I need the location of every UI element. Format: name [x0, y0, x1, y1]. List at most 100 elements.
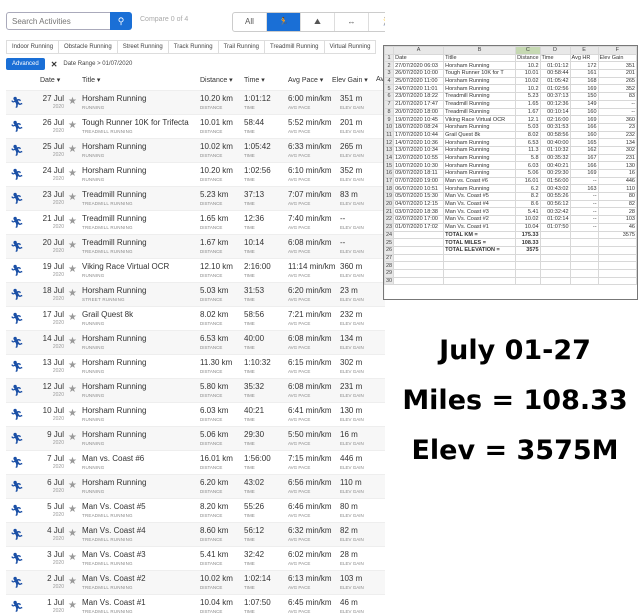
- sheet-cell[interactable]: Date: [393, 53, 445, 63]
- sheet-cell[interactable]: [393, 261, 445, 270]
- sheet-cell[interactable]: Elev Gain: [597, 53, 637, 63]
- sheet-cell[interactable]: 12/07/2020 10:55: [393, 153, 445, 163]
- sheet-cell[interactable]: Titlle: [443, 53, 517, 63]
- activity-row[interactable]: 🏃︎ 9 Jul 2020 ★ Horsham Running RUNNING 5.06 k…: [6, 426, 385, 450]
- sheet-cell[interactable]: 265: [597, 76, 637, 86]
- sheet-cell[interactable]: 160: [569, 130, 599, 140]
- activity-title-link[interactable]: Treadmill Running: [82, 238, 200, 247]
- sheet-cell[interactable]: Man Vs. Coast #4: [443, 199, 517, 209]
- sheet-cell[interactable]: 28: [597, 207, 637, 217]
- star-icon[interactable]: ★: [68, 168, 77, 179]
- sheet-row-number[interactable]: 2: [384, 61, 395, 71]
- tab-track-running[interactable]: Track Running: [169, 41, 219, 53]
- sheet-cell[interactable]: [569, 276, 599, 286]
- star-icon[interactable]: ★: [68, 360, 77, 371]
- sheet-cell[interactable]: Treadmill Running: [443, 92, 517, 101]
- sheet-cell[interactable]: [443, 261, 517, 270]
- activity-title-link[interactable]: Treadmill Running: [82, 214, 200, 223]
- sheet-cell[interactable]: 165: [569, 138, 599, 147]
- sheet-cell[interactable]: 20/07/2020 18:00: [393, 107, 445, 117]
- more-icon[interactable]: ⋮: [382, 481, 385, 490]
- tab-treadmill-running[interactable]: Treadmill Running: [265, 41, 325, 53]
- sheet-cell[interactable]: 231: [597, 153, 637, 163]
- sheet-cell[interactable]: 10.02: [515, 76, 541, 86]
- close-icon[interactable]: ✕: [51, 60, 58, 69]
- sheet-cell[interactable]: 167: [569, 153, 599, 163]
- sheet-cell[interactable]: 00:56:12: [539, 199, 571, 209]
- sheet-cell[interactable]: [569, 245, 599, 255]
- star-icon[interactable]: ★: [68, 240, 77, 251]
- sheet-cell[interactable]: [569, 238, 599, 247]
- sheet-cell[interactable]: 149: [569, 99, 599, 109]
- sheet-cell[interactable]: 10/07/2020 10:30: [393, 161, 445, 170]
- sheet-cell[interactable]: 01:56:00: [539, 176, 571, 186]
- sheet-cell[interactable]: 00:32:42: [539, 207, 571, 217]
- sheet-cell[interactable]: 83: [597, 92, 637, 101]
- sheet-cell[interactable]: 82: [597, 199, 637, 209]
- sheet-cell[interactable]: [515, 268, 541, 278]
- star-icon[interactable]: ★: [68, 144, 77, 155]
- activity-row[interactable]: 🏃︎ 27 Jul 2020 ★ Horsham Running RUNNING 10.20…: [6, 90, 385, 114]
- sheet-cell[interactable]: 00:35:32: [539, 153, 571, 163]
- sheet-col-a[interactable]: A: [393, 46, 445, 55]
- sheet-cell[interactable]: 201: [597, 69, 637, 78]
- sheet-cell[interactable]: 16: [597, 169, 637, 178]
- sheet-cell[interactable]: Man Vs. Coast #3: [443, 207, 517, 217]
- activity-title-link[interactable]: Horsham Running: [82, 406, 200, 415]
- sheet-row-number[interactable]: 13: [384, 145, 395, 155]
- activity-title-link[interactable]: Grail Quest 8k: [82, 310, 200, 319]
- star-icon[interactable]: ★: [68, 336, 77, 347]
- sheet-cell[interactable]: 00:58:44: [539, 69, 571, 78]
- sheet-cell[interactable]: Distance: [515, 53, 541, 63]
- sheet-cell[interactable]: 232: [597, 130, 637, 140]
- activity-row[interactable]: 🏃︎ 3 Jul 2020 ★ Man Vs. Coast #3 TREADMILL RU…: [6, 546, 385, 570]
- sheet-row-number[interactable]: 23: [384, 222, 395, 232]
- activity-row[interactable]: 🏃︎ 10 Jul 2020 ★ Horsham Running RUNNING 6.03 …: [6, 402, 385, 426]
- sheet-col-c[interactable]: C: [515, 46, 541, 55]
- sheet-cell[interactable]: [539, 276, 571, 286]
- activity-title-link[interactable]: Man Vs. Coast #1: [82, 598, 200, 607]
- activity-row[interactable]: 🏃︎ 18 Jul 2020 ★ Horsham Running STREET RUNNI…: [6, 282, 385, 306]
- sheet-cell[interactable]: [569, 230, 599, 240]
- sheet-cell[interactable]: --: [569, 222, 599, 232]
- sheet-cell[interactable]: [569, 253, 599, 263]
- activity-title-link[interactable]: Horsham Running: [82, 166, 200, 175]
- sheet-row-number[interactable]: 16: [384, 169, 395, 178]
- sheet-row-number[interactable]: 19: [384, 192, 395, 201]
- sheet-cell[interactable]: 10.02: [515, 215, 541, 224]
- sheet-cell[interactable]: 162: [569, 145, 599, 155]
- sheet-row-number[interactable]: 15: [384, 161, 395, 170]
- sheet-cell[interactable]: 16.01: [515, 176, 541, 186]
- activity-row[interactable]: 🏃︎ 14 Jul 2020 ★ Horsham Running RUNNING 6.53 …: [6, 330, 385, 354]
- sheet-cell[interactable]: [597, 261, 637, 270]
- sheet-cell[interactable]: --: [569, 207, 599, 217]
- sheet-cell[interactable]: 17/07/2020 10:44: [393, 130, 445, 140]
- sheet-cell[interactable]: 06/07/2020 10:51: [393, 184, 445, 194]
- sheet-cell[interactable]: [515, 276, 541, 286]
- sheet-row-number[interactable]: 3: [384, 69, 395, 78]
- sheet-row-number[interactable]: 30: [384, 276, 395, 286]
- sheet-cell[interactable]: 07/07/2020 19:00: [393, 176, 445, 186]
- star-icon[interactable]: ★: [68, 504, 77, 515]
- activity-title-link[interactable]: Horsham Running: [82, 358, 200, 367]
- sheet-row-number[interactable]: 17: [384, 176, 395, 186]
- sheet-cell[interactable]: 80: [597, 192, 637, 201]
- sheet-row-number[interactable]: 22: [384, 215, 395, 224]
- star-icon[interactable]: ★: [68, 456, 77, 467]
- star-icon[interactable]: ★: [68, 192, 77, 203]
- sheet-cell[interactable]: Horsham Running: [443, 138, 517, 147]
- sheet-col-b[interactable]: B: [443, 46, 517, 55]
- filter-trail-icon[interactable]: ⛰: [301, 13, 335, 31]
- sheet-cell[interactable]: 00:55:26: [539, 192, 571, 201]
- sheet-cell[interactable]: --: [597, 107, 637, 117]
- sheet-cell[interactable]: Man Vs. Coast #5: [443, 192, 517, 201]
- activity-title-link[interactable]: Man Vs. Coast #3: [82, 550, 200, 559]
- sheet-cell[interactable]: Horsham Running: [443, 169, 517, 178]
- sheet-row-number[interactable]: 25: [384, 238, 395, 247]
- sheet-cell[interactable]: Horsham Running: [443, 145, 517, 155]
- more-icon[interactable]: ⋮: [382, 385, 385, 394]
- sheet-cell[interactable]: [515, 261, 541, 270]
- tab-indoor-running[interactable]: Indoor Running: [7, 41, 60, 53]
- sheet-cell[interactable]: 23/07/2020 18:22: [393, 92, 445, 101]
- sheet-cell[interactable]: [393, 238, 445, 247]
